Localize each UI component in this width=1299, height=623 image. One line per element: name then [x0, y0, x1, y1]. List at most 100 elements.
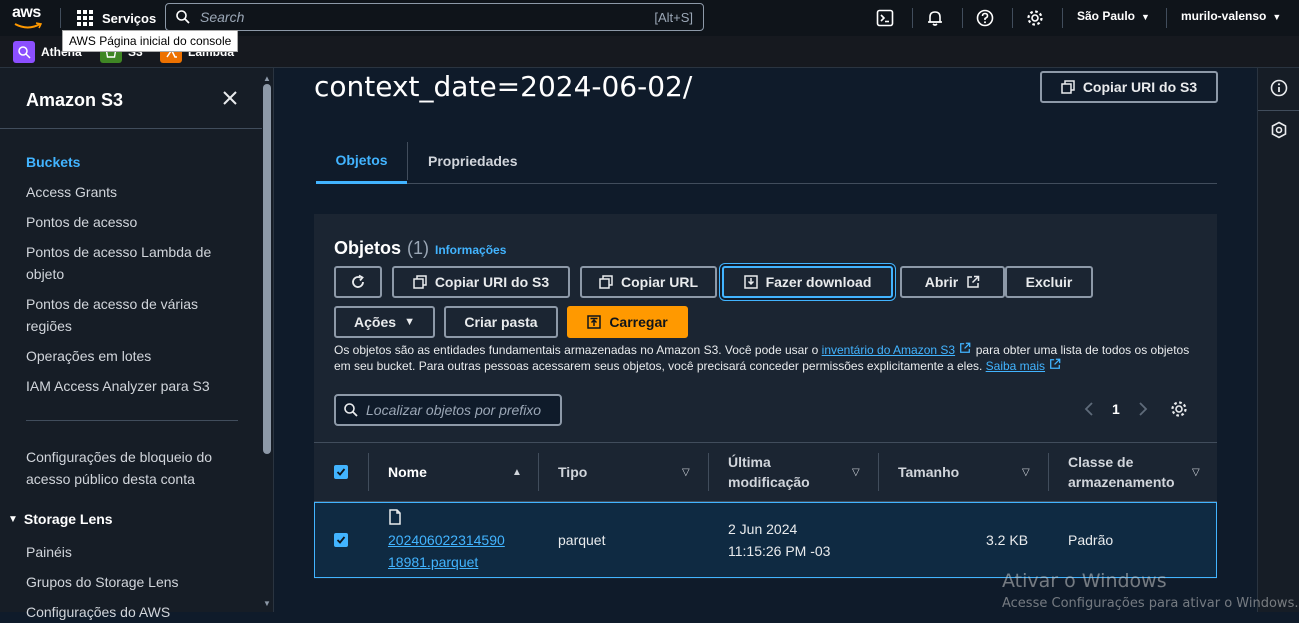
- chevron-right-icon[interactable]: [1138, 401, 1148, 417]
- sidebar-item-access-grants[interactable]: Access Grants: [26, 181, 236, 203]
- sort-icon[interactable]: ▽: [682, 467, 690, 478]
- external-link-icon: [1050, 358, 1061, 369]
- region-label: São Paulo: [1077, 9, 1136, 23]
- copy-s3-uri-header-button[interactable]: Copiar URI do S3: [1040, 71, 1218, 103]
- sidebar-item-batch-operations[interactable]: Operações em lotes: [26, 345, 236, 367]
- athena-icon: [13, 41, 35, 63]
- objects-description: Os objetos são as entidades fundamentais…: [334, 342, 1194, 374]
- delete-button[interactable]: Excluir: [1005, 266, 1093, 298]
- button-label: Copiar URI do S3: [1082, 79, 1198, 95]
- select-all-checkbox[interactable]: [334, 443, 348, 501]
- sidebar-item-iam-access-analyzer[interactable]: IAM Access Analyzer para S3: [26, 375, 236, 397]
- sidebar-scrollbar[interactable]: ▲ ▼: [262, 74, 272, 608]
- settings-icon[interactable]: [1025, 8, 1045, 28]
- info-icon[interactable]: [1269, 78, 1289, 98]
- sort-icon[interactable]: ▽: [1022, 467, 1030, 478]
- column-header-last-modified[interactable]: Última modificação: [728, 443, 810, 501]
- column-header-type[interactable]: Tipo: [558, 443, 587, 501]
- object-storage-class: Padrão: [1068, 532, 1114, 548]
- copy-url-button[interactable]: Copiar URL: [580, 266, 717, 298]
- header-line: modificação: [728, 474, 810, 490]
- search-box[interactable]: [Alt+S]: [165, 3, 704, 31]
- sort-icon[interactable]: ▽: [852, 467, 860, 478]
- open-button[interactable]: Abrir: [900, 266, 1005, 298]
- checkbox-checked-icon: [334, 465, 348, 479]
- header-line: Classe de: [1068, 454, 1134, 470]
- objects-heading: Objetos (1) Informações: [334, 238, 506, 259]
- aws-logo-text: aws: [12, 4, 41, 21]
- windows-activation-subtitle: Acesse Configurações para ativar o Windo…: [1002, 596, 1299, 611]
- object-last-modified: 2 Jun 2024 11:15:26 PM -03: [728, 518, 830, 562]
- help-icon[interactable]: [975, 8, 995, 28]
- page-title: context_date=2024-06-02/: [314, 70, 693, 103]
- sidebar-item-access-points[interactable]: Pontos de acesso: [26, 211, 236, 233]
- prefix-filter-input[interactable]: [358, 402, 560, 418]
- info-link[interactable]: Informações: [435, 243, 506, 257]
- right-utility-rail: [1257, 68, 1299, 612]
- account-menu[interactable]: murilo-valenso ▼: [1181, 9, 1281, 23]
- column-header-size[interactable]: Tamanho: [898, 443, 959, 501]
- button-label: Abrir: [924, 274, 959, 290]
- button-label: Copiar URI do S3: [434, 274, 550, 290]
- inventory-link[interactable]: inventário do Amazon S3: [822, 343, 955, 357]
- sidebar-item-object-lambda-access-points[interactable]: Pontos de acesso Lambda de objeto: [26, 241, 226, 285]
- sidebar-item-buckets[interactable]: Buckets: [26, 151, 236, 173]
- sort-ascending-icon[interactable]: ▲: [512, 467, 522, 478]
- sidebar-item-aws-settings[interactable]: Configurações do AWS: [26, 601, 236, 623]
- scroll-up-icon[interactable]: ▲: [263, 74, 271, 83]
- search-input[interactable]: [190, 9, 655, 25]
- divider: [0, 128, 262, 129]
- object-size: 3.2 KB: [986, 532, 1029, 548]
- create-folder-button[interactable]: Criar pasta: [444, 306, 558, 338]
- sidebar-item-block-public-access[interactable]: Configurações de bloqueio do acesso públ…: [26, 446, 226, 490]
- divider: [878, 453, 879, 491]
- close-icon[interactable]: [220, 88, 240, 113]
- chevron-left-icon[interactable]: [1084, 401, 1094, 417]
- tab-properties[interactable]: Propriedades: [428, 138, 517, 184]
- actions-dropdown[interactable]: Ações ▼: [334, 306, 435, 338]
- row-checkbox[interactable]: [334, 533, 348, 547]
- tab-objects[interactable]: Objetos: [316, 138, 407, 184]
- caret-down-icon: ▼: [404, 316, 415, 328]
- sidebar: Amazon S3 Buckets Access Grants Pontos d…: [0, 68, 274, 620]
- divider: [708, 453, 709, 491]
- sort-icon[interactable]: ▽: [1192, 467, 1200, 478]
- divider: [1166, 8, 1167, 28]
- refresh-button[interactable]: [334, 266, 382, 298]
- sidebar-item-multi-region-access-points[interactable]: Pontos de acesso de várias regiões: [26, 293, 211, 337]
- panel-title: Objetos: [334, 238, 402, 258]
- table-row[interactable]: 202406022314590 18981.parquet parquet 2 J…: [314, 502, 1217, 578]
- prefix-filter[interactable]: [334, 394, 562, 426]
- current-page[interactable]: 1: [1112, 401, 1120, 417]
- sidebar-item-dashboards[interactable]: Painéis: [26, 541, 236, 563]
- scroll-down-icon[interactable]: ▼: [263, 599, 271, 608]
- upload-button[interactable]: Carregar: [567, 306, 688, 338]
- copy-s3-uri-button[interactable]: Copiar URI do S3: [392, 266, 570, 298]
- file-icon: [388, 509, 402, 531]
- region-selector[interactable]: São Paulo ▼: [1077, 9, 1150, 23]
- notifications-icon[interactable]: [925, 8, 945, 28]
- sidebar-item-storage-lens-groups[interactable]: Grupos do Storage Lens: [26, 571, 236, 593]
- column-header-storage-class[interactable]: Classe de armazenamento: [1068, 443, 1175, 501]
- modified-date: 2 Jun 2024: [728, 521, 798, 537]
- sidebar-section-storage-lens[interactable]: ▼ Storage Lens: [8, 511, 113, 527]
- aws-logo[interactable]: aws: [12, 4, 46, 32]
- divider: [407, 142, 408, 180]
- object-name-line[interactable]: 18981.parquet: [388, 554, 478, 570]
- column-header-name[interactable]: Nome: [388, 443, 427, 501]
- learn-more-link[interactable]: Saiba mais: [986, 359, 1045, 373]
- upload-icon: [587, 315, 602, 329]
- download-button[interactable]: Fazer download: [722, 266, 893, 298]
- button-label: Ações: [354, 314, 397, 330]
- feedback-icon[interactable]: [1269, 120, 1289, 140]
- object-name-link[interactable]: 202406022314590 18981.parquet: [388, 529, 505, 573]
- object-type: parquet: [558, 532, 606, 548]
- cloudshell-icon[interactable]: [875, 8, 895, 28]
- settings-icon[interactable]: [1170, 400, 1188, 418]
- copy-icon: [599, 275, 613, 289]
- tab-list: Objetos Propriedades: [316, 138, 1217, 184]
- divider: [1048, 453, 1049, 491]
- scrollbar-thumb[interactable]: [263, 84, 271, 454]
- object-name-line[interactable]: 202406022314590: [388, 532, 505, 548]
- services-menu-button[interactable]: Serviços: [76, 7, 156, 29]
